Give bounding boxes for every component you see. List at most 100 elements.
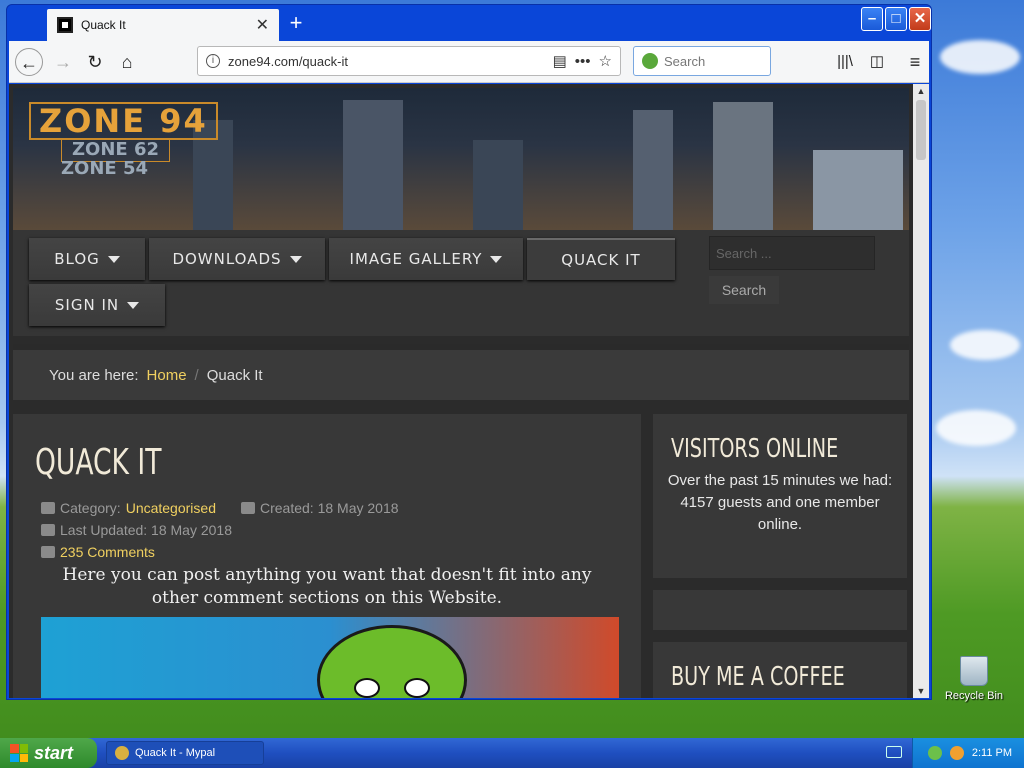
breadcrumb-label: You are here: — [49, 366, 139, 384]
site-search-input[interactable]: Search ... — [709, 236, 875, 270]
page-title: QUACK IT — [35, 442, 162, 483]
forward-button[interactable]: → — [49, 48, 77, 76]
search-tray-icon[interactable] — [949, 746, 964, 760]
cloud — [940, 40, 1020, 74]
cloud — [936, 410, 1016, 446]
windows-flag-icon — [10, 744, 28, 762]
coffee-module: BUY ME A COFFEE — [653, 642, 907, 698]
sidebar-icon[interactable]: ◫ — [863, 48, 891, 76]
menu-item-quack-it[interactable]: QUACK IT — [527, 238, 675, 280]
site-logo-sub2: ZONE 54 — [61, 158, 149, 179]
scroll-thumb[interactable] — [916, 100, 926, 160]
menu-item-blog[interactable]: BLOG — [29, 238, 145, 280]
updated-date: Last Updated: 18 May 2018 — [60, 522, 233, 538]
reload-button[interactable]: ↻ — [81, 48, 109, 76]
url-bar[interactable]: i zone94.com/quack-it ▤ ••• ☆ — [197, 46, 621, 76]
site-favicon-icon — [57, 17, 73, 33]
mypal-icon — [115, 746, 129, 760]
calendar-icon — [240, 502, 255, 514]
comment-icon — [41, 546, 55, 558]
vertical-scrollbar[interactable]: ▲ ▼ — [913, 84, 929, 698]
search-placeholder: Search — [664, 53, 706, 69]
tab-quack-it[interactable]: Quack It ✕ — [47, 9, 279, 41]
tab-title: Quack It — [81, 18, 126, 32]
bookmark-star-icon[interactable]: ☆ — [599, 52, 612, 70]
system-tray: 2:11 PM — [912, 738, 1024, 768]
home-button[interactable]: ⌂ — [113, 48, 141, 76]
eye — [404, 678, 430, 698]
created-date: Created: 18 May 2018 — [259, 500, 399, 516]
comments-link[interactable]: 235 Comments — [60, 544, 155, 560]
article-body: Here you can post anything you want that… — [62, 565, 592, 608]
menu-label: QUACK IT — [561, 251, 641, 269]
menu-label: IMAGE GALLERY — [349, 250, 483, 268]
tab-strip: Quack It ✕ + – □ ✕ — [7, 5, 931, 41]
menu-item-sign-in[interactable]: SIGN IN — [29, 284, 165, 326]
breadcrumb-current: Quack It — [206, 366, 263, 384]
visitors-line1: Over the past 15 minutes we had: — [667, 472, 893, 489]
page-content: ZONE 94 ZONE 62 ZONE 54 BLOG DOWNLOADS I… — [9, 84, 913, 698]
taskbar: start Quack It - Mypal 2:11 PM — [0, 738, 1024, 768]
taskbar-item-mypal[interactable]: Quack It - Mypal — [106, 741, 264, 765]
minimize-button[interactable]: – — [861, 7, 883, 31]
recycle-bin-label: Recycle Bin — [944, 690, 1004, 702]
visitors-count: 4157 guests and one member online. — [680, 494, 880, 533]
article: QUACK IT Category: Uncategorised Created… — [13, 414, 641, 698]
maximize-button[interactable]: □ — [885, 7, 907, 31]
clock[interactable]: 2:11 PM — [972, 747, 1012, 759]
site-banner: ZONE 94 ZONE 62 ZONE 54 — [13, 88, 909, 230]
article-image — [41, 617, 619, 698]
page-actions-icon[interactable]: ••• — [575, 53, 591, 70]
menu-label: DOWNLOADS — [172, 250, 282, 268]
taskbar-item-label: Quack It - Mypal — [135, 747, 216, 759]
coffee-title: BUY ME A COFFEE — [671, 662, 845, 692]
reader-view-icon[interactable]: ▤ — [553, 52, 567, 70]
url-text: zone94.com/quack-it — [228, 53, 348, 69]
visitors-online-module: VISITORS ONLINE Over the past 15 minutes… — [653, 414, 907, 578]
menu-item-downloads[interactable]: DOWNLOADS — [149, 238, 325, 280]
close-window-button[interactable]: ✕ — [909, 7, 931, 31]
menu-icon[interactable]: ≡ — [901, 48, 929, 76]
cloud — [950, 330, 1020, 360]
breadcrumb-home-link[interactable]: Home — [147, 367, 187, 384]
browser-window: Quack It ✕ + – □ ✕ ← → ↻ ⌂ i zone94.com/… — [6, 4, 932, 700]
start-label: start — [34, 742, 74, 763]
start-button[interactable]: start — [0, 738, 97, 768]
network-icon[interactable] — [927, 746, 942, 760]
navigation-toolbar: ← → ↻ ⌂ i zone94.com/quack-it ▤ ••• ☆ Se… — [9, 41, 929, 83]
visitors-text: Over the past 15 minutes we had: 4157 gu… — [663, 470, 897, 536]
article-category: Category: Uncategorised Created: 18 May … — [41, 500, 399, 516]
category-link[interactable]: Uncategorised — [126, 500, 216, 516]
mascot-image — [317, 625, 467, 698]
article-comments: 235 Comments — [41, 544, 155, 560]
chevron-down-icon — [107, 255, 120, 263]
recycle-bin-icon — [960, 656, 988, 686]
menu-item-image-gallery[interactable]: IMAGE GALLERY — [329, 238, 523, 280]
chevron-down-icon — [127, 301, 140, 309]
article-updated: Last Updated: 18 May 2018 — [41, 522, 232, 538]
recycle-bin-desktop-icon[interactable]: Recycle Bin — [944, 656, 1004, 702]
calendar-icon — [41, 524, 55, 536]
tab-close-icon[interactable]: ✕ — [256, 15, 269, 35]
search-input[interactable]: Search — [633, 46, 771, 76]
chevron-down-icon — [289, 255, 302, 263]
visitors-title: VISITORS ONLINE — [671, 434, 839, 464]
new-tab-button[interactable]: + — [283, 11, 309, 37]
scroll-down-icon[interactable]: ▼ — [913, 684, 929, 698]
search-engine-icon — [642, 53, 658, 69]
back-button[interactable]: ← — [15, 48, 43, 76]
menu-label: BLOG — [54, 250, 100, 268]
chevron-down-icon — [490, 255, 503, 263]
breadcrumb-separator: / — [194, 366, 199, 384]
library-icon[interactable]: |||\ — [831, 48, 859, 76]
breadcrumb: You are here: Home / Quack It — [13, 344, 909, 400]
folder-icon — [41, 502, 55, 514]
info-icon[interactable]: i — [206, 54, 220, 68]
keyboard-icon[interactable] — [886, 746, 902, 758]
menu-label: SIGN IN — [54, 296, 120, 314]
category-label: Category: — [60, 500, 121, 516]
site-logo[interactable]: ZONE 94 — [29, 102, 218, 140]
sidebar-module-empty — [653, 590, 907, 630]
site-search-button[interactable]: Search — [709, 276, 779, 304]
scroll-up-icon[interactable]: ▲ — [913, 84, 929, 98]
